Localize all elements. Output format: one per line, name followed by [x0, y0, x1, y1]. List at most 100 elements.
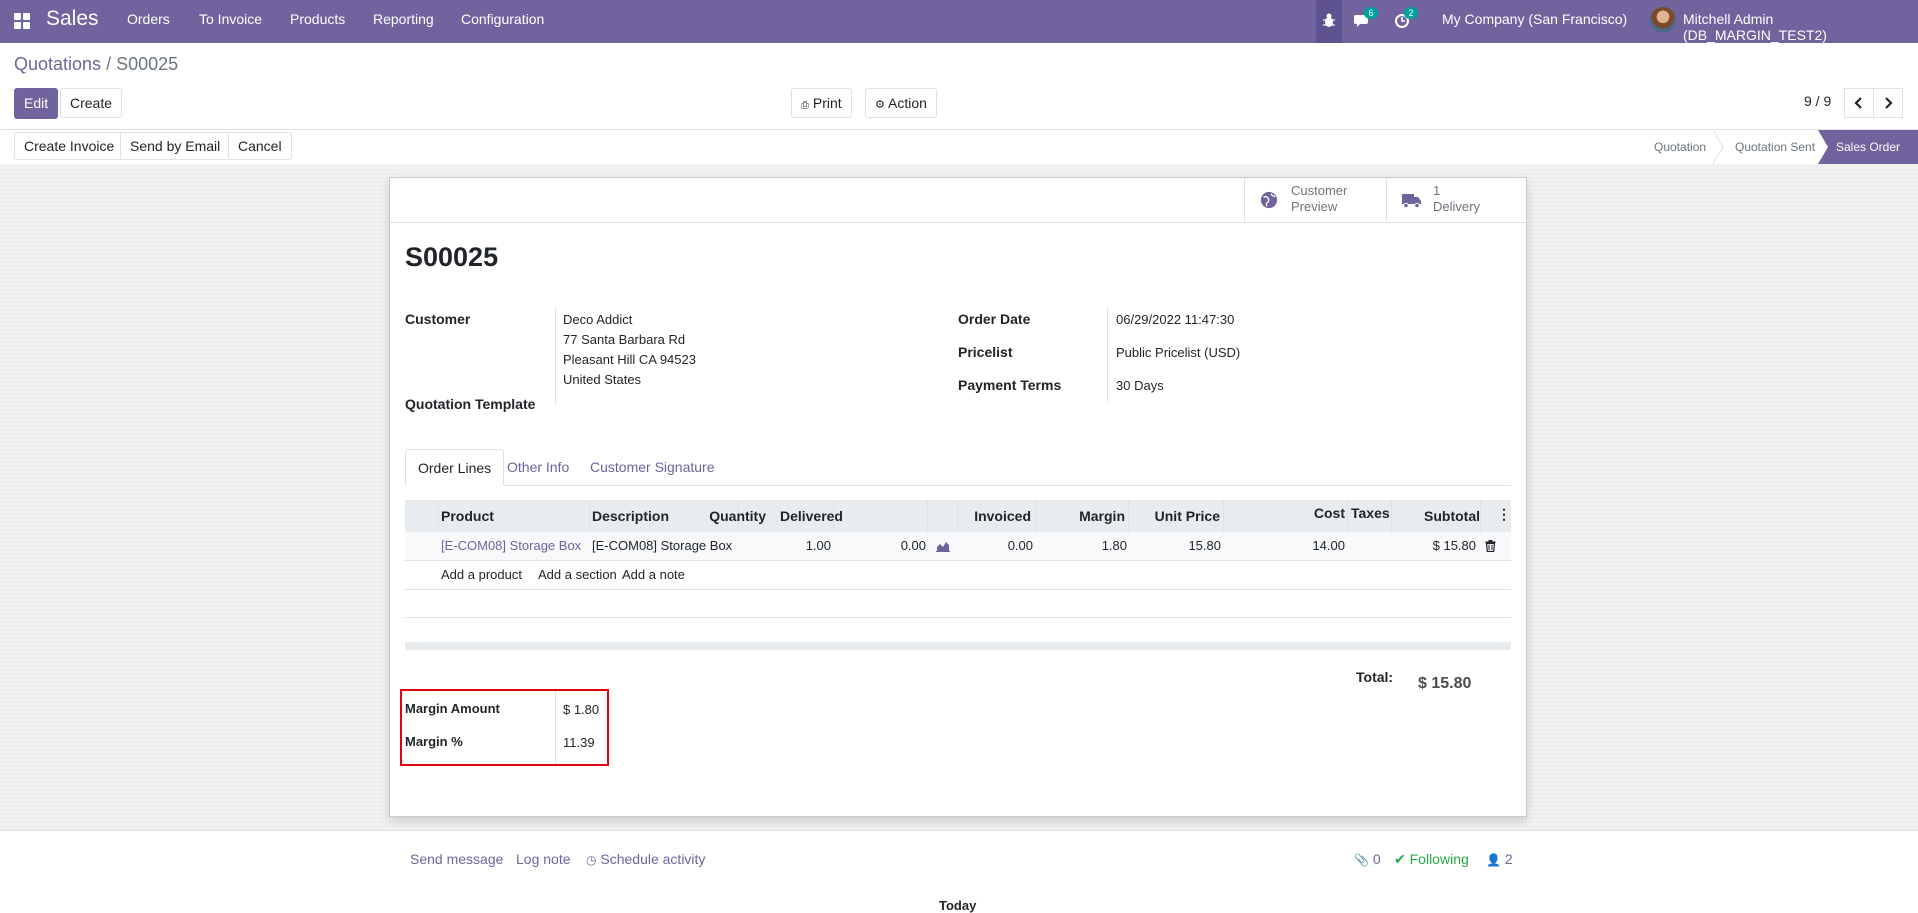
- margin-amount-label: Margin Amount: [405, 701, 500, 716]
- payment-terms-label: Payment Terms: [958, 377, 1062, 393]
- line-subtotal: $ 15.80: [1432, 538, 1476, 553]
- edit-button[interactable]: Edit: [14, 88, 59, 119]
- tab-other-info[interactable]: Other Info: [495, 449, 581, 485]
- chatter: Send message Log note ◷ Schedule activit…: [0, 831, 1918, 913]
- field-separator: [555, 691, 556, 764]
- stage-quotation[interactable]: Quotation: [1654, 130, 1706, 164]
- company-switcher[interactable]: My Company (San Francisco): [1442, 11, 1627, 27]
- apps-menu-icon[interactable]: [14, 13, 30, 29]
- field-separator: [555, 308, 556, 405]
- menu-products[interactable]: Products: [290, 11, 345, 27]
- col-product[interactable]: Product: [441, 508, 494, 524]
- today-separator: Today: [939, 898, 977, 913]
- line-unit-price[interactable]: 15.80: [1188, 538, 1221, 553]
- smart-button-box: Customer Preview 1 Delivery: [390, 178, 1526, 223]
- add-note-link[interactable]: Add a note: [622, 567, 685, 582]
- messages-count-badge: 6: [1364, 7, 1378, 19]
- tab-customer-signature[interactable]: Customer Signature: [578, 449, 727, 485]
- send-by-email-button[interactable]: Send by Email: [120, 132, 231, 160]
- messages-icon[interactable]: 6: [1354, 7, 1378, 31]
- create-button[interactable]: Create: [60, 88, 123, 118]
- stage-quotation-sent[interactable]: Quotation Sent: [1735, 130, 1815, 164]
- col-cost[interactable]: Cost: [1314, 505, 1345, 521]
- total-label: Total:: [1356, 669, 1394, 685]
- breadcrumb-quotations[interactable]: Quotations: [14, 54, 101, 74]
- debug-bug-icon[interactable]: [1316, 0, 1342, 43]
- customer-preview-line1: Customer: [1291, 183, 1348, 198]
- pager-previous-button[interactable]: [1844, 88, 1874, 118]
- user-avatar[interactable]: [1650, 7, 1676, 33]
- line-description[interactable]: [E-COM08] Storage Box: [592, 538, 732, 553]
- col-quantity[interactable]: Quantity: [709, 508, 766, 524]
- col-margin[interactable]: Margin: [1079, 508, 1125, 524]
- stage-arrow-icon: [1712, 130, 1724, 164]
- stage-sales-order[interactable]: Sales Order: [1818, 130, 1918, 164]
- following-button[interactable]: ✔ Following: [1394, 851, 1469, 868]
- line-product[interactable]: [E-COM08] Storage Box: [441, 538, 581, 553]
- breadcrumb-current: S00025: [116, 54, 179, 74]
- column-separator: [1223, 500, 1224, 532]
- col-invoiced[interactable]: Invoiced: [974, 508, 1031, 524]
- create-invoice-button[interactable]: Create Invoice: [14, 132, 125, 160]
- menu-to-invoice[interactable]: To Invoice: [199, 11, 262, 27]
- table-header: Product Description Quantity Delivered I…: [405, 500, 1511, 533]
- col-taxes[interactable]: Taxes: [1351, 505, 1390, 521]
- action-button[interactable]: ⚙ Action: [865, 88, 937, 118]
- line-quantity[interactable]: 1.00: [806, 538, 831, 553]
- forecast-chart-icon[interactable]: [936, 540, 950, 552]
- menu-orders[interactable]: Orders: [127, 11, 170, 27]
- top-navbar: Sales Orders To Invoice Products Reporti…: [0, 0, 1918, 43]
- add-section-link[interactable]: Add a section: [538, 567, 617, 582]
- activities-clock-icon[interactable]: 2: [1394, 7, 1418, 31]
- customer-preview-button[interactable]: Customer Preview: [1244, 178, 1386, 222]
- followers-button[interactable]: 👤 2: [1486, 851, 1513, 867]
- printer-icon: ⎙: [801, 100, 809, 111]
- action-label: Action: [888, 95, 927, 111]
- delivery-button[interactable]: 1 Delivery: [1386, 178, 1526, 222]
- payment-terms-value: 30 Days: [1116, 378, 1164, 393]
- pager-value[interactable]: 9 / 9: [1804, 93, 1831, 109]
- tab-order-lines[interactable]: Order Lines: [405, 449, 505, 486]
- col-delivered[interactable]: Delivered: [780, 508, 843, 524]
- customer-name-link[interactable]: Deco Addict: [563, 312, 632, 327]
- check-icon: ✔: [1394, 851, 1406, 867]
- globe-icon: [1260, 191, 1278, 209]
- total-value: $ 15.80: [1418, 675, 1472, 692]
- pricelist-value: Public Pricelist (USD): [1116, 345, 1241, 360]
- following-label: Following: [1409, 851, 1469, 867]
- line-cost: 14.00: [1312, 538, 1345, 553]
- col-unit-price[interactable]: Unit Price: [1155, 508, 1220, 524]
- notebook-tabs: Order Lines Other Info Customer Signatur…: [405, 449, 1511, 486]
- form-sheet: Customer Preview 1 Delivery S00025 Custo…: [389, 177, 1527, 817]
- margin-amount-value: $ 1.80: [563, 702, 600, 717]
- order-date-value: 06/29/2022 11:47:30: [1116, 312, 1235, 327]
- cancel-button[interactable]: Cancel: [228, 132, 292, 160]
- col-description[interactable]: Description: [592, 508, 669, 524]
- delivery-count: 1: [1433, 183, 1441, 198]
- menu-configuration[interactable]: Configuration: [461, 11, 544, 27]
- activities-count-badge: 2: [1404, 7, 1418, 19]
- gear-icon: ⚙: [875, 99, 885, 111]
- column-separator: [1391, 500, 1392, 532]
- print-button[interactable]: ⎙ Print: [791, 88, 852, 118]
- margin-percent-value: 11.39: [563, 735, 595, 750]
- log-note-button[interactable]: Log note: [516, 851, 571, 867]
- optional-columns-icon[interactable]: ⋮: [1497, 506, 1511, 523]
- table-row[interactable]: [E-COM08] Storage Box [E-COM08] Storage …: [405, 532, 1511, 561]
- pager-next-button[interactable]: [1873, 88, 1903, 118]
- line-invoiced: 0.00: [1007, 538, 1033, 553]
- send-message-button[interactable]: Send message: [410, 851, 503, 867]
- schedule-activity-button[interactable]: ◷ Schedule activity: [586, 851, 705, 867]
- menu-reporting[interactable]: Reporting: [373, 11, 434, 27]
- line-margin: 1.80: [1101, 538, 1127, 553]
- attachments-button[interactable]: 📎 0: [1354, 851, 1381, 867]
- line-delivered: 0.00: [900, 538, 926, 553]
- app-name[interactable]: Sales: [46, 7, 99, 31]
- col-subtotal[interactable]: Subtotal: [1424, 508, 1480, 524]
- trash-icon[interactable]: [1485, 540, 1496, 552]
- add-product-link[interactable]: Add a product: [441, 567, 522, 582]
- schedule-activity-label: Schedule activity: [600, 851, 706, 867]
- column-separator: [1035, 500, 1036, 532]
- user-menu[interactable]: Mitchell Admin (DB_MARGIN_TEST2): [1683, 11, 1918, 43]
- user-icon: 👤: [1486, 853, 1501, 867]
